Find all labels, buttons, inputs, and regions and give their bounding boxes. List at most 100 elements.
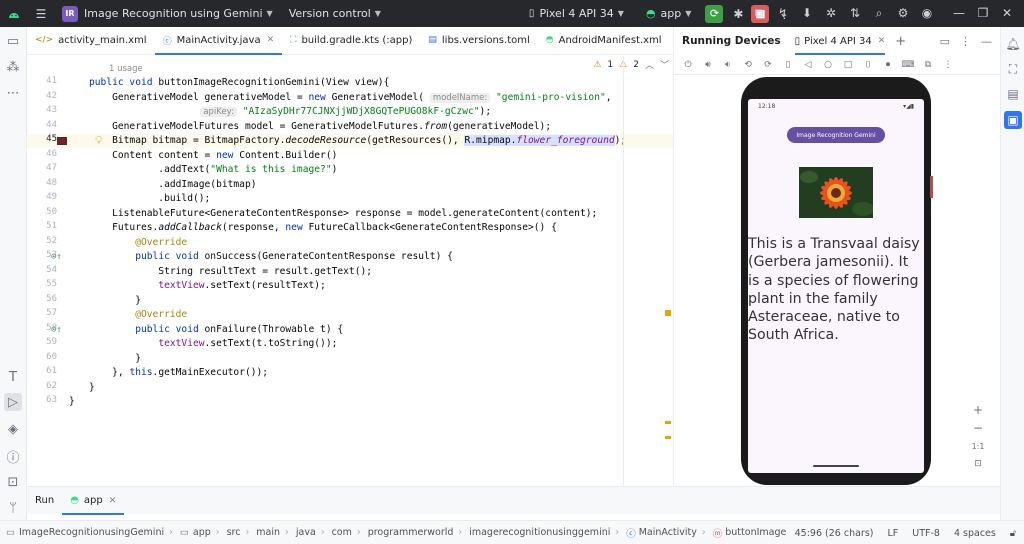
line-number[interactable]: 55 (27, 279, 57, 289)
device-manager-icon[interactable]: ⧉ (750, 4, 768, 22)
more-horizontal-icon[interactable]: ⋯ (4, 84, 22, 102)
warning-marker[interactable] (665, 310, 671, 316)
debug-icon[interactable]: ✱ (729, 5, 747, 23)
tab-libs-versions[interactable]: ▤ libs.versions.toml (420, 26, 537, 54)
line-number[interactable]: 45 (27, 134, 57, 144)
breadcrumb-item[interactable]: java › (296, 527, 330, 538)
tab-app-run[interactable]: ◓ app ✕ (62, 487, 125, 515)
fit-screen-icon[interactable]: ⊡ (967, 455, 989, 473)
logcat-icon[interactable]: ◈ (4, 420, 22, 438)
line-number[interactable]: 48 (27, 178, 57, 188)
rotate-left-icon[interactable]: ⟲ (740, 57, 756, 73)
zoom-out-button[interactable]: − (967, 419, 989, 437)
keyboard-icon[interactable]: ⌨ (900, 57, 916, 73)
folder-icon[interactable]: ▭ (4, 32, 22, 50)
fold-icon[interactable]: ▯ (780, 57, 796, 73)
close-icon[interactable]: ✕ (109, 496, 117, 506)
line-number[interactable]: 52 (27, 236, 57, 246)
problems-icon[interactable]: ⓘ (4, 447, 22, 466)
apply-changes-icon[interactable]: ↯ (774, 4, 792, 22)
indent-settings[interactable]: 4 spaces (954, 528, 996, 539)
line-number[interactable]: 61 (27, 366, 57, 376)
breadcrumb-item[interactable]: imagerecognitionusinggemini › (469, 527, 624, 538)
terminal-icon[interactable]: ⊡ (4, 473, 22, 491)
code-editor[interactable]: 1 usage ⚠1 ⚠2 ︿ ﹀ 4142434445464748495051… (27, 56, 673, 486)
tab-build-gradle[interactable]: ⛶ build.gradle.kts (:app) (282, 26, 420, 54)
line-number[interactable]: 60 (27, 352, 57, 362)
close-icon[interactable]: ✕ (878, 36, 886, 46)
image-recognition-button[interactable]: Image Recognition Gemini (787, 127, 885, 143)
line-number[interactable]: 50 (27, 207, 57, 217)
sync-icon[interactable]: ⇅ (846, 4, 864, 22)
search-icon[interactable]: ⌕ (870, 4, 888, 22)
line-number[interactable]: 49 (27, 192, 57, 202)
gradle-icon[interactable]: ⛶ (1004, 60, 1022, 78)
line-number[interactable]: 56 (27, 294, 57, 304)
line-separator[interactable]: LF (887, 528, 898, 539)
project-selector[interactable]: IR Image Recognition using Gemini ▼ (62, 0, 273, 27)
breadcrumb-item[interactable]: com › (332, 527, 366, 538)
tab-main-activity[interactable]: ⓒ MainActivity.java ✕ (154, 26, 283, 55)
line-number[interactable]: 47 (27, 163, 57, 173)
minimize-icon[interactable]: — (950, 4, 968, 22)
notifications-icon[interactable]: 🔔︎ (1004, 35, 1022, 53)
line-number[interactable]: 44 (27, 120, 57, 130)
usages-hint[interactable]: 1 usage (109, 64, 143, 74)
gesture-nav-bar[interactable] (813, 465, 859, 467)
more-vertical-icon[interactable]: ⋮ (940, 57, 956, 73)
override-icon[interactable]: ⊙↑ (51, 252, 62, 262)
phone-screen[interactable]: 12:18 ▾◢▮ Image Recognition Gemini This … (748, 99, 924, 473)
device-file-icon[interactable]: ▤ (1004, 85, 1022, 103)
cursor-position[interactable]: 45:96 (26 chars) (795, 528, 874, 539)
profiler-icon[interactable]: ✲ (822, 4, 840, 22)
hide-icon[interactable]: — (981, 35, 992, 48)
back-icon[interactable]: ◁ (800, 57, 816, 73)
warning-marker[interactable] (665, 436, 671, 439)
home-icon[interactable]: ○ (820, 57, 836, 73)
account-icon[interactable]: ◉ (918, 4, 936, 22)
warning-marker[interactable] (665, 421, 671, 424)
line-number[interactable]: 51 (27, 221, 57, 231)
add-tab-button[interactable]: + (895, 34, 906, 49)
tab-run[interactable]: Run (27, 487, 62, 515)
line-number[interactable]: 63 (27, 395, 57, 405)
screen-record-icon[interactable]: ⏺ (880, 57, 896, 73)
rerun-button[interactable]: ⟳ (705, 4, 724, 23)
tab-activity-main[interactable]: </> activity_main.xml (27, 26, 155, 54)
breadcrumb-item[interactable]: ⓒ MainActivity › (626, 526, 711, 540)
file-encoding[interactable]: UTF-8 (912, 528, 940, 539)
running-devices-icon[interactable]: ▣ (1004, 111, 1022, 129)
hamburger-icon[interactable]: ☰ (32, 5, 50, 23)
sdk-manager-icon[interactable]: ⬇ (798, 4, 816, 22)
screenshot-icon[interactable]: ⌷ (860, 57, 876, 73)
breadcrumb-item[interactable]: ▭ ImageRecognitionusingGemini › (6, 527, 178, 538)
build-hammer-icon[interactable]: T (4, 368, 22, 386)
line-number[interactable]: 62 (27, 381, 57, 391)
overview-icon[interactable]: □ (840, 57, 856, 73)
breadcrumb-item[interactable]: programmerworld › (368, 527, 468, 538)
structure-icon[interactable]: ⁂ (4, 58, 22, 76)
line-number[interactable]: 57 (27, 308, 57, 318)
breadcrumb-item[interactable]: main › (256, 527, 294, 538)
line-number[interactable]: 46 (27, 149, 57, 159)
line-number[interactable]: 42 (27, 91, 57, 101)
volume-down-icon[interactable]: 🔉︎ (720, 57, 736, 73)
breadcrumb-item[interactable]: src › (227, 527, 255, 538)
mirror-icon[interactable]: ⧉ (920, 57, 936, 73)
version-control-menu[interactable]: Version control ▼ (289, 0, 381, 27)
rotate-right-icon[interactable]: ⟳ (760, 57, 776, 73)
inspection-widget[interactable]: ⚠1 ⚠2 ︿ ﹀ (593, 58, 669, 72)
line-number[interactable]: 41 (27, 76, 57, 86)
power-side-button[interactable] (930, 176, 933, 198)
image-preview-icon[interactable] (57, 137, 67, 145)
git-icon[interactable]: ᛘ (4, 499, 22, 517)
line-number[interactable]: 59 (27, 337, 57, 347)
close-icon[interactable]: ✕ (267, 35, 275, 45)
breadcrumb-item[interactable]: ▭ app › (180, 527, 225, 538)
restore-icon[interactable]: ❐ (974, 4, 992, 22)
power-icon[interactable]: ⏻ (680, 57, 696, 73)
gear-icon[interactable]: ⚙ (894, 4, 912, 22)
run-tool-icon[interactable]: ▷ (4, 393, 22, 411)
more-vertical-icon[interactable]: ⋮ (960, 35, 971, 48)
chevron-up-icon[interactable]: ︿ (645, 58, 654, 71)
